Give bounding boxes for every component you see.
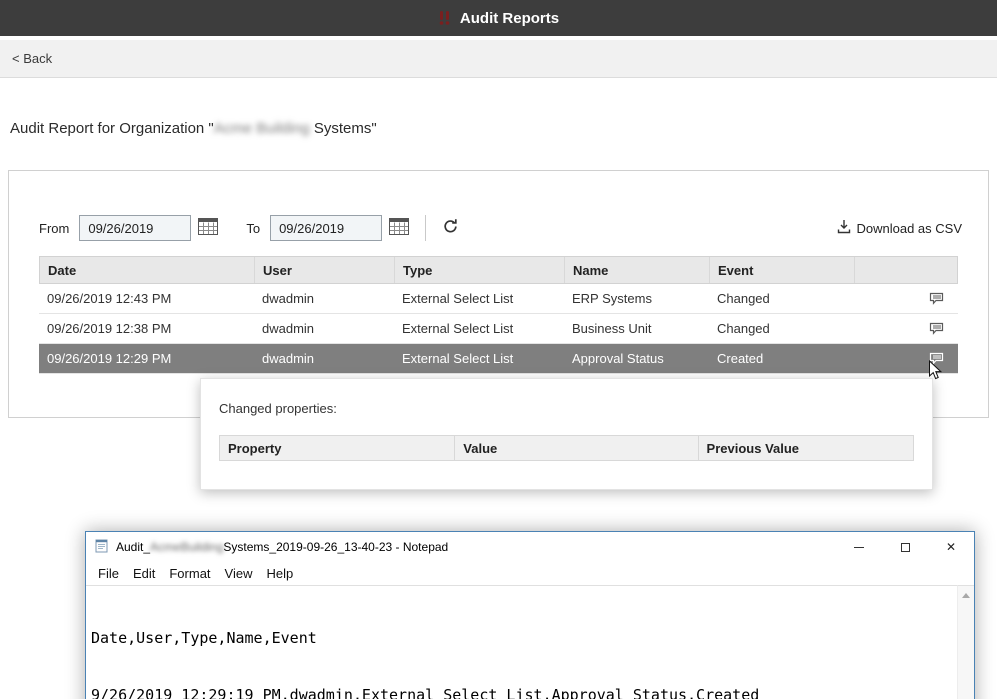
notepad-title: Audit_AcmeBuildingSystems_2019-09-26_13-… — [116, 540, 448, 554]
table-row[interactable]: 09/26/2019 12:43 PM dwadmin External Sel… — [39, 284, 958, 314]
row-date: 09/26/2019 12:43 PM — [39, 291, 254, 306]
row-type: External Select List — [394, 351, 564, 366]
row-type: External Select List — [394, 291, 564, 306]
popup-column-value: Value — [455, 435, 698, 461]
column-header-event[interactable]: Event — [710, 257, 855, 283]
audit-table: Date User Type Name Event 09/26/2019 12:… — [39, 256, 958, 374]
comment-icon[interactable] — [929, 352, 944, 365]
notepad-title-suffix: Systems_2019-09-26_13-40-23 - Notepad — [223, 540, 448, 554]
table-row-selected[interactable]: 09/26/2019 12:29 PM dwadmin External Sel… — [39, 344, 958, 374]
page-title-prefix: Audit Report for Organization " — [10, 120, 214, 137]
filter-divider — [425, 215, 426, 241]
page-title: Audit Report for Organization "Acme Buil… — [10, 120, 377, 137]
to-date-input[interactable] — [270, 215, 382, 241]
calendar-icon — [198, 218, 218, 238]
row-event: Changed — [709, 291, 854, 306]
to-label: To — [246, 221, 260, 236]
row-type: External Select List — [394, 321, 564, 336]
row-user: dwadmin — [254, 321, 394, 336]
notepad-menubar: File Edit Format View Help — [86, 562, 974, 585]
back-bar: < Back — [0, 40, 997, 78]
row-event: Changed — [709, 321, 854, 336]
row-event: Created — [709, 351, 854, 366]
refresh-icon — [442, 218, 459, 238]
back-button[interactable]: < Back — [12, 51, 52, 66]
window-controls: ✕ — [836, 532, 974, 562]
popup-title: Changed properties: — [219, 401, 337, 416]
from-calendar-button[interactable] — [196, 216, 220, 240]
download-csv-label: Download as CSV — [857, 221, 963, 236]
row-name: Business Unit — [564, 321, 709, 336]
calendar-icon — [389, 218, 409, 238]
menu-file[interactable]: File — [91, 566, 126, 581]
from-date-input[interactable] — [79, 215, 191, 241]
popup-table-header: Property Value Previous Value — [219, 435, 914, 461]
to-calendar-button[interactable] — [387, 216, 411, 240]
table-header-row: Date User Type Name Event — [39, 256, 958, 284]
changed-properties-popup: Changed properties: Property Value Previ… — [200, 378, 933, 490]
screen: Audit Reports < Back Audit Report for Or… — [0, 0, 997, 699]
table-row[interactable]: 09/26/2019 12:38 PM dwadmin External Sel… — [39, 314, 958, 344]
row-user: dwadmin — [254, 351, 394, 366]
row-user: dwadmin — [254, 291, 394, 306]
maximize-icon — [901, 543, 910, 552]
scroll-up-arrow[interactable] — [962, 593, 970, 598]
column-header-date[interactable]: Date — [40, 257, 255, 283]
row-date: 09/26/2019 12:29 PM — [39, 351, 254, 366]
row-name: Approval Status — [564, 351, 709, 366]
popup-column-property: Property — [219, 435, 455, 461]
column-header-actions — [855, 257, 957, 283]
menu-edit[interactable]: Edit — [126, 566, 162, 581]
refresh-button[interactable] — [440, 216, 461, 240]
comment-icon[interactable] — [929, 322, 944, 335]
filter-row: From To — [39, 215, 962, 241]
notepad-titlebar[interactable]: Audit_AcmeBuildingSystems_2019-09-26_13-… — [86, 532, 974, 562]
notepad-title-redacted: AcmeBuilding — [150, 540, 223, 554]
audit-reports-icon — [438, 10, 452, 26]
column-header-name[interactable]: Name — [565, 257, 710, 283]
download-csv-button[interactable]: Download as CSV — [837, 219, 963, 237]
column-header-user[interactable]: User — [255, 257, 395, 283]
menu-help[interactable]: Help — [259, 566, 300, 581]
minimize-icon — [854, 547, 864, 548]
app-title: Audit Reports — [460, 10, 559, 27]
org-name-redacted: Acme Building — [214, 120, 310, 137]
row-date: 09/26/2019 12:38 PM — [39, 321, 254, 336]
notepad-app-icon — [94, 538, 109, 556]
app-header: Audit Reports — [0, 0, 997, 36]
maximize-button[interactable] — [882, 532, 928, 562]
text-line: Date,User,Type,Name,Event — [91, 629, 957, 648]
menu-format[interactable]: Format — [162, 566, 217, 581]
text-line: 9/26/2019 12:29:19 PM,dwadmin,External S… — [91, 686, 957, 699]
download-icon — [837, 219, 851, 237]
notepad-window: Audit_AcmeBuildingSystems_2019-09-26_13-… — [85, 531, 975, 699]
row-name: ERP Systems — [564, 291, 709, 306]
menu-view[interactable]: View — [218, 566, 260, 581]
from-label: From — [39, 221, 69, 236]
popup-column-previous-value: Previous Value — [699, 435, 914, 461]
comment-icon[interactable] — [929, 292, 944, 305]
close-icon: ✕ — [946, 540, 956, 554]
minimize-button[interactable] — [836, 532, 882, 562]
notepad-scrollbar[interactable] — [957, 585, 974, 699]
notepad-title-prefix: Audit_ — [116, 540, 150, 554]
page-title-suffix: Systems" — [310, 120, 377, 137]
notepad-text-area[interactable]: Date,User,Type,Name,Event 9/26/2019 12:2… — [86, 585, 957, 699]
close-button[interactable]: ✕ — [928, 532, 974, 562]
column-header-type[interactable]: Type — [395, 257, 565, 283]
